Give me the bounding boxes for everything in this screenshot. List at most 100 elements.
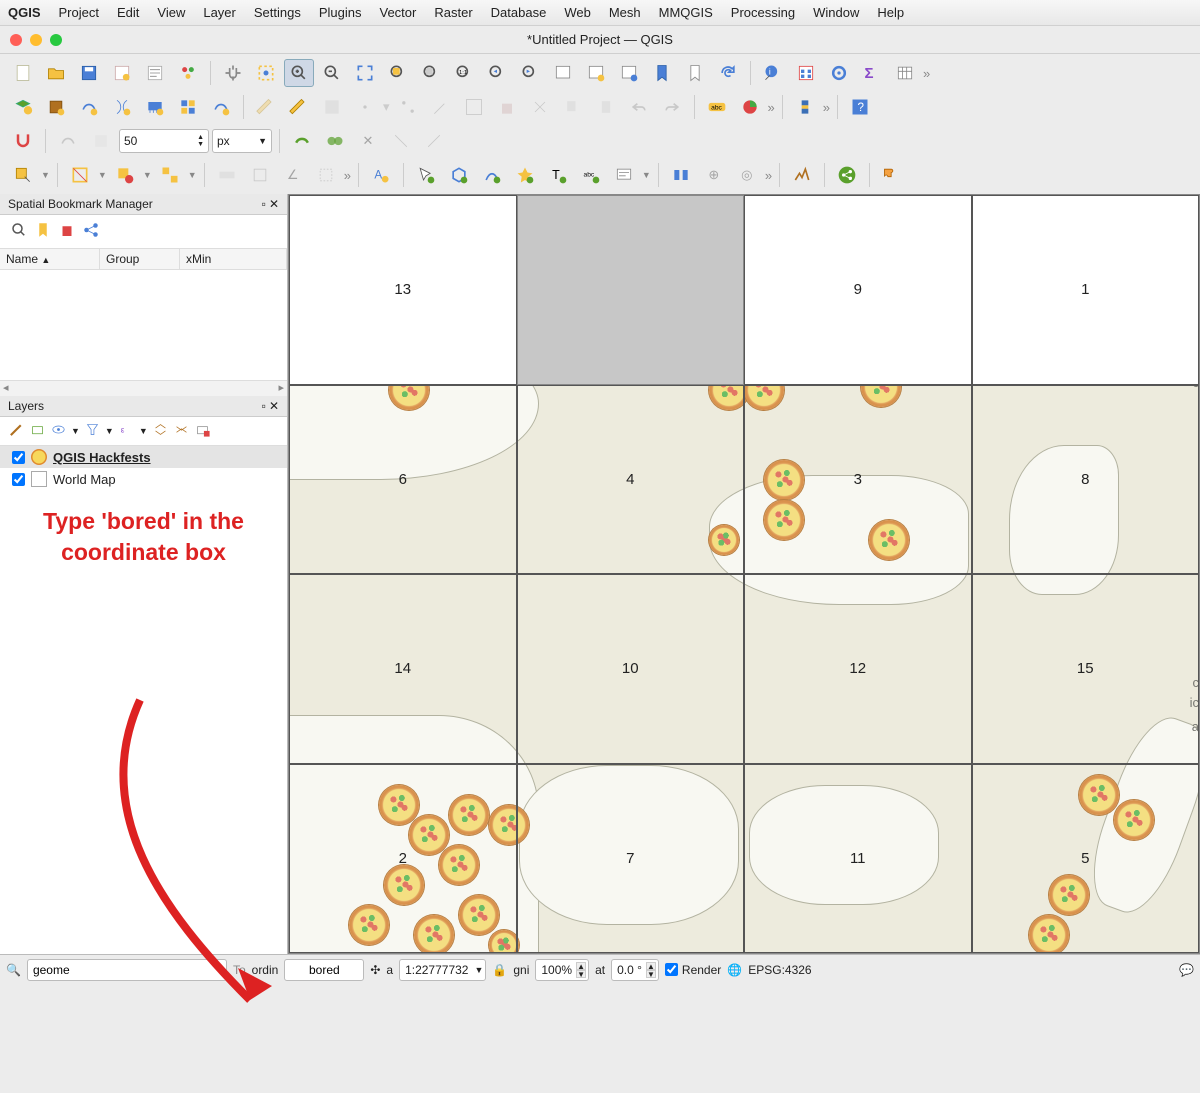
identify-icon[interactable]: i (758, 59, 788, 87)
scale-input[interactable]: 1:22777732▼ (399, 959, 486, 981)
deselect-icon[interactable] (110, 161, 140, 189)
panel-close-icon[interactable]: ✕ (269, 197, 279, 211)
zoom-full-icon[interactable] (350, 59, 380, 87)
new-map-view-icon[interactable] (548, 59, 578, 87)
puzzle-tile[interactable]: 9 (744, 195, 972, 385)
puzzle-tile[interactable] (517, 195, 745, 385)
panel-close-icon[interactable]: ✕ (269, 399, 279, 413)
minimize-window-button[interactable] (30, 34, 42, 46)
collapse-all-icon[interactable] (173, 421, 190, 441)
toggle-mouse-extents-icon[interactable]: ✣ (370, 963, 380, 977)
snap-unit-select[interactable]: px▼ (212, 129, 272, 153)
puzzle-tile[interactable]: 7 (517, 764, 745, 954)
select-value-icon[interactable] (65, 161, 95, 189)
magnifier-input[interactable]: 100%▲▼ (535, 959, 589, 981)
menu-web[interactable]: Web (564, 5, 591, 20)
select-by-rect-icon[interactable] (8, 161, 38, 189)
processing-gear-icon[interactable] (824, 59, 854, 87)
puzzle-tile[interactable]: 3 (744, 385, 972, 575)
abc-label-icon[interactable]: abc (702, 93, 732, 121)
add-bookmark-icon[interactable] (34, 221, 52, 242)
zoom-bookmark-icon[interactable] (10, 221, 28, 242)
label-tool-icon[interactable]: A (366, 161, 396, 189)
tracing-icon[interactable] (386, 127, 416, 155)
orient-icon[interactable]: ◎ (732, 161, 762, 189)
locator-search-input[interactable] (27, 959, 227, 981)
new-project-icon[interactable] (8, 59, 38, 87)
add-text-icon[interactable]: T (543, 161, 573, 189)
new-memory-icon[interactable] (140, 93, 170, 121)
puzzle-tile[interactable]: 5 (972, 764, 1200, 954)
puzzle-tile[interactable]: 12 (744, 574, 972, 764)
panel-undock-icon[interactable]: ▫ (262, 399, 266, 413)
diagram-icon[interactable] (735, 93, 765, 121)
align-icon[interactable] (666, 161, 696, 189)
lock-scale-icon[interactable]: 🔒 (492, 963, 507, 977)
bookmark-dropdown-icon[interactable] (680, 59, 710, 87)
pan-icon[interactable] (218, 59, 248, 87)
new-print-layout-icon[interactable] (107, 59, 137, 87)
add-polygon-icon[interactable] (444, 161, 474, 189)
puzzle-tile[interactable]: 2 (289, 764, 517, 954)
select-arrow-icon[interactable] (411, 161, 441, 189)
statistics-icon[interactable]: Σ (857, 59, 887, 87)
topo-edit-icon[interactable] (287, 127, 317, 155)
menu-processing[interactable]: Processing (731, 5, 795, 20)
save-project-icon[interactable] (74, 59, 104, 87)
layer-item-worldmap[interactable]: World Map (0, 468, 287, 490)
render-checkbox[interactable]: Render (665, 963, 721, 977)
help-icon[interactable]: ? (845, 93, 875, 121)
measure-bearing-icon[interactable] (311, 161, 341, 189)
menu-project[interactable]: Project (59, 5, 99, 20)
save-edits-icon[interactable] (317, 93, 347, 121)
menu-view[interactable]: View (157, 5, 185, 20)
snapping-toggle-icon[interactable] (8, 127, 38, 155)
measure-line-icon[interactable] (212, 161, 242, 189)
menu-help[interactable]: Help (877, 5, 904, 20)
visibility-icon[interactable] (50, 421, 67, 441)
menu-mmqgis[interactable]: MMQGIS (659, 5, 713, 20)
puzzle-tile[interactable]: 15 (972, 574, 1200, 764)
zoom-last-icon[interactable] (482, 59, 512, 87)
layer-style-icon[interactable] (8, 421, 25, 441)
new-virtual-icon[interactable] (206, 93, 236, 121)
digitize-icon[interactable] (393, 93, 423, 121)
new-spatialite-icon[interactable] (107, 93, 137, 121)
refresh-icon[interactable] (713, 59, 743, 87)
menu-database[interactable]: Database (491, 5, 547, 20)
paste-features-icon[interactable] (591, 93, 621, 121)
measure-area-icon[interactable] (245, 161, 275, 189)
rotation-input[interactable]: 0.0 °▲▼ (611, 959, 659, 981)
attribute-table-icon[interactable] (890, 59, 920, 87)
remove-layer-icon[interactable] (194, 421, 211, 441)
form-annotation-icon[interactable] (609, 161, 639, 189)
puzzle-tile[interactable]: 8 (972, 385, 1200, 575)
menu-layer[interactable]: Layer (203, 5, 236, 20)
puzzle-tile[interactable]: 13 (289, 195, 517, 385)
delete-bookmark-icon[interactable] (58, 221, 76, 242)
crs-button[interactable]: EPSG:4326 (748, 963, 811, 977)
coordinate-input[interactable] (284, 959, 364, 981)
share-bookmark-icon[interactable] (82, 221, 100, 242)
self-snap-icon[interactable]: ✕ (353, 127, 383, 155)
expression-filter-icon[interactable]: ε (118, 421, 135, 441)
puzzle-tile[interactable]: 14 (289, 574, 517, 764)
undo-icon[interactable] (624, 93, 654, 121)
col-group[interactable]: Group (100, 249, 180, 269)
puzzle-tile[interactable]: 1 (972, 195, 1200, 385)
bookmark-scrollbar[interactable]: ◂▸ (0, 380, 287, 396)
menu-edit[interactable]: Edit (117, 5, 139, 20)
layer-visible-checkbox[interactable] (12, 473, 25, 486)
add-line-icon[interactable] (477, 161, 507, 189)
puzzle-tile[interactable]: 6 (289, 385, 517, 575)
menu-raster[interactable]: Raster (434, 5, 472, 20)
expand-all-icon[interactable] (152, 421, 169, 441)
puzzle-icon[interactable] (877, 161, 907, 189)
snap-intersection-icon[interactable] (320, 127, 350, 155)
snap-segment-icon[interactable] (86, 127, 116, 155)
zoom-native-icon[interactable]: 1:1 (449, 59, 479, 87)
panel-undock-icon[interactable]: ▫ (262, 197, 266, 211)
zoom-in-icon[interactable] (284, 59, 314, 87)
messages-icon[interactable]: 💬 (1179, 963, 1194, 977)
python-console-icon[interactable] (790, 93, 820, 121)
